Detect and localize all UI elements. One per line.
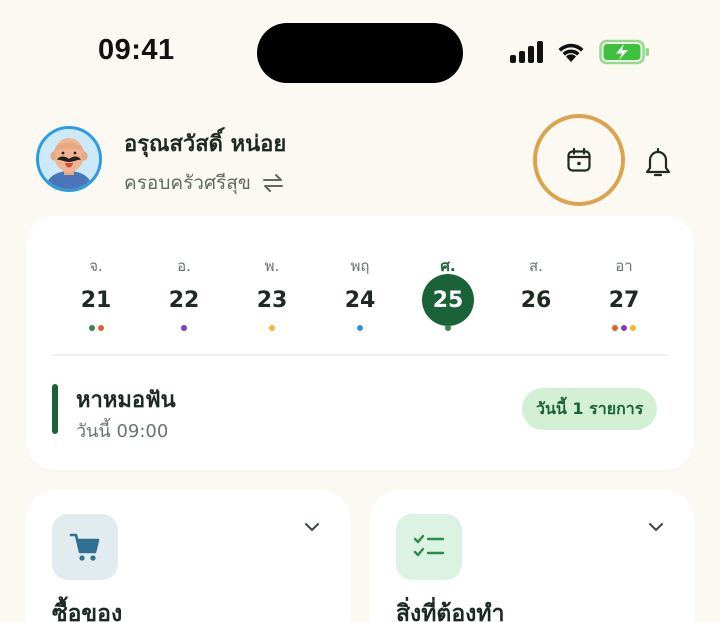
event-dots [418, 325, 478, 331]
day-label: พฤ [350, 257, 370, 275]
bell-icon [645, 147, 671, 177]
event-dots [154, 325, 214, 331]
day-number: 26 [520, 288, 552, 313]
day-number: 27 [608, 288, 640, 313]
shopping-card[interactable]: ซื้อของ [26, 490, 350, 622]
notifications-button[interactable] [640, 142, 676, 182]
day-number: 24 [344, 288, 376, 313]
day-label: จ. [89, 257, 103, 275]
day-number: 25 [432, 288, 464, 313]
event-color-bar [52, 384, 58, 434]
home-screen: 09:41 อรุณสวัสดิ์ หน่อย ครอบครัวศรีสุข จ… [0, 0, 720, 622]
calendar-button[interactable] [533, 114, 625, 206]
todo-card[interactable]: สิ่งที่ต้องทำ [370, 490, 694, 622]
greeting-name: อรุณสวัสดิ์ หน่อย [124, 132, 287, 157]
event-title[interactable]: หาหมอฟัน [76, 382, 176, 417]
event-dots [330, 325, 390, 331]
card-title: สิ่งที่ต้องทำ [396, 601, 505, 622]
day-number: 22 [168, 288, 200, 313]
wifi-icon [558, 43, 584, 62]
card-title: ซื้อของ [52, 601, 123, 622]
cart-icon [69, 533, 100, 561]
family-switcher[interactable]: ครอบครัวศรีสุข [124, 168, 285, 198]
status-time: 09:41 [98, 34, 175, 66]
day-number: 23 [256, 288, 288, 313]
day-label: ส. [529, 257, 543, 275]
signal-icon [510, 41, 543, 63]
checklist-icon [413, 534, 445, 557]
chevron-down-icon[interactable] [304, 522, 320, 532]
divider [52, 354, 668, 356]
event-dots [66, 325, 126, 331]
battery-charging-icon [599, 39, 649, 65]
event-dots [242, 325, 302, 331]
avatar-illustration [47, 138, 91, 189]
switch-icon [262, 174, 283, 192]
dynamic-island [257, 23, 463, 83]
family-name: ครอบครัวศรีสุข [124, 172, 251, 194]
shopping-icon-tile [52, 514, 118, 580]
chevron-down-icon[interactable] [648, 522, 664, 532]
day-label: อา [615, 257, 633, 275]
day-label: อ. [177, 257, 191, 275]
today-count-badge[interactable]: วันนี้ 1 รายการ [522, 388, 658, 430]
todo-icon-tile [396, 514, 462, 580]
week-calendar-card: จ. 21 อ. 22 พ. 23 พฤ 24 ศ. 25 ส. 26 อา 2… [26, 216, 694, 470]
calendar-icon [567, 147, 591, 172]
event-dots [594, 325, 654, 331]
day-number: 21 [80, 288, 112, 313]
day-label: พ. [264, 257, 280, 275]
event-time: วันนี้ 09:00 [76, 421, 169, 442]
status-icons [510, 38, 651, 66]
avatar[interactable] [36, 126, 102, 192]
